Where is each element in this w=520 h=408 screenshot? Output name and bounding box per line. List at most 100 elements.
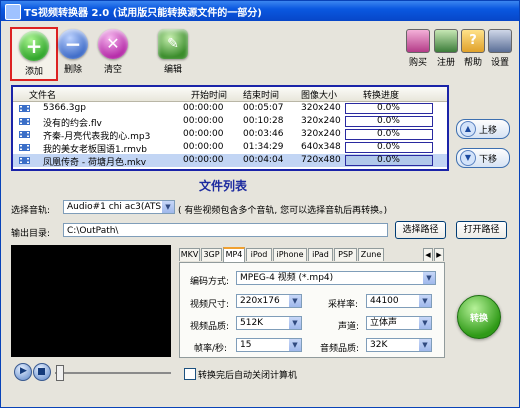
column-start[interactable]: 开始时间 xyxy=(191,88,227,101)
table-row[interactable]: 没有的约会.flv 00:00:00 00:10:28 320x240 0.0% xyxy=(13,115,447,129)
delete-label: 删除 xyxy=(63,65,82,75)
tab-ipad[interactable]: iPad xyxy=(308,248,333,261)
chevron-down-icon: ▼ xyxy=(288,295,301,307)
codec-select[interactable]: MPEG-4 视频 (*.mp4) ▼ xyxy=(236,271,436,285)
video-file-icon xyxy=(19,144,30,151)
delete-button[interactable]: − 删除 xyxy=(51,29,95,75)
start-time: 00:00:00 xyxy=(183,155,224,165)
clear-button[interactable]: ✕ 清空 xyxy=(91,29,135,75)
table-row[interactable]: 齐秦-月亮代表我的心.mp3 00:00:00 00:03:46 320x240 0.0… xyxy=(13,128,447,142)
shutdown-checkbox[interactable] xyxy=(184,368,196,380)
tab-ipod[interactable]: iPod xyxy=(246,248,272,261)
settings-panel: 编码方式: MPEG-4 视频 (*.mp4) ▼ 视频尺寸: 220x176 ▼ … xyxy=(179,262,445,358)
image-size: 640x348 xyxy=(301,142,341,152)
settings-label: 设置 xyxy=(490,58,509,68)
fps-select[interactable]: 15 ▼ xyxy=(236,338,302,352)
audio-quality-select[interactable]: 32K ▼ xyxy=(366,338,432,352)
title-bar[interactable]: TS视频转换器 2.0 (试用版只能转换源文件的一部分) xyxy=(1,1,519,21)
column-size[interactable]: 图像大小 xyxy=(301,88,337,101)
video-size-select[interactable]: 220x176 ▼ xyxy=(236,294,302,308)
file-name: 5366.3gp xyxy=(43,103,86,113)
tab-psp[interactable]: PSP xyxy=(334,248,357,261)
play-button[interactable]: ▶ xyxy=(14,363,32,381)
shutdown-label: 转换完后自动关闭计算机 xyxy=(198,371,298,381)
tab-scroll-right-icon[interactable]: ▶ xyxy=(434,248,444,261)
edit-button[interactable]: ✎ 编辑 xyxy=(151,29,195,75)
file-list-caption: 文件列表 xyxy=(199,179,248,193)
codec-value: MPEG-4 视频 (*.mp4) xyxy=(240,273,334,283)
convert-button[interactable]: 转换 xyxy=(457,295,501,339)
chevron-down-icon: ▼ xyxy=(418,317,431,329)
seek-track[interactable] xyxy=(55,372,171,374)
help-button[interactable]: ? 帮助 xyxy=(460,29,486,68)
help-label: 帮助 xyxy=(463,58,482,68)
tab-iphone[interactable]: iPhone xyxy=(273,248,307,261)
progress-text: 0.0% xyxy=(377,116,400,126)
fps-label: 帧率/秒: xyxy=(194,344,228,354)
stop-icon xyxy=(38,368,45,375)
move-up-button[interactable]: ▲ 上移 xyxy=(456,119,510,139)
register-button[interactable]: 注册 xyxy=(433,29,459,68)
table-row[interactable]: 我的美女老板国语1.rmvb 00:00:00 01:34:29 640x348 0.0… xyxy=(13,141,447,155)
end-time: 01:34:29 xyxy=(243,142,284,152)
end-time: 00:04:04 xyxy=(243,155,284,165)
chevron-down-icon: ▼ xyxy=(418,295,431,307)
progress-text: 0.0% xyxy=(377,155,400,165)
image-size: 320x240 xyxy=(301,129,341,139)
open-path-button[interactable]: 打开路径 xyxy=(456,221,507,239)
seek-handle[interactable] xyxy=(56,365,64,381)
table-row[interactable]: 5366.3gp 00:00:00 00:05:07 320x240 0.0% xyxy=(13,102,447,115)
end-time: 00:10:28 xyxy=(243,116,284,126)
chevron-down-icon: ▼ xyxy=(422,272,435,284)
table-row[interactable]: 凤凰传奇 - 荷塘月色.mkv 00:00:00 00:04:04 720x480 0.… xyxy=(13,154,447,168)
audio-track-value: Audio#1 chi ac3(ATSC xyxy=(67,202,168,212)
column-progress[interactable]: 转换进度 xyxy=(363,88,399,101)
tab-3gp[interactable]: 3GP xyxy=(201,248,222,261)
video-quality-select[interactable]: 512K ▼ xyxy=(236,316,302,330)
buy-label: 购买 xyxy=(408,58,427,68)
tab-zune[interactable]: Zune xyxy=(358,248,384,261)
chevron-down-icon: ▼ xyxy=(161,201,174,213)
video-file-icon xyxy=(19,105,30,112)
question-icon: ? xyxy=(461,29,485,53)
sample-rate-select[interactable]: 44100 ▼ xyxy=(366,294,432,308)
move-down-label: 下移 xyxy=(479,155,498,165)
tab-mp4[interactable]: MP4 xyxy=(223,247,245,262)
move-up-label: 上移 xyxy=(479,126,498,136)
codec-label: 编码方式: xyxy=(190,277,230,287)
video-size-value: 220x176 xyxy=(240,296,280,306)
chevron-down-icon: ▼ xyxy=(288,317,301,329)
channel-select[interactable]: 立体声 ▼ xyxy=(366,316,432,330)
stop-button[interactable] xyxy=(33,363,51,381)
settings-button[interactable]: 设置 xyxy=(487,29,513,68)
file-list[interactable]: 文件名 开始时间 结束时间 图像大小 转换进度 5366.3gp 00:00:00… xyxy=(11,85,449,171)
convert-label: 转换 xyxy=(469,314,488,324)
audio-quality-label: 音频品质: xyxy=(320,344,360,354)
clear-label: 清空 xyxy=(103,65,122,75)
column-end[interactable]: 结束时间 xyxy=(243,88,279,101)
audio-track-hint: ( 有些视频包含多个音轨, 您可以选择音轨后再转换。) xyxy=(178,206,388,216)
channel-value: 立体声 xyxy=(370,318,398,328)
window-title: TS视频转换器 2.0 (试用版只能转换源文件的一部分) xyxy=(24,8,262,19)
tab-mkv[interactable]: MKV xyxy=(179,248,200,261)
sample-rate-value: 44100 xyxy=(370,296,399,306)
register-label: 注册 xyxy=(436,58,455,68)
choose-path-button[interactable]: 选择路径 xyxy=(395,221,446,239)
tab-scroll-left-icon[interactable]: ◀ xyxy=(423,248,433,261)
move-down-button[interactable]: ▼ 下移 xyxy=(456,148,510,168)
video-size-label: 视频尺寸: xyxy=(190,300,230,310)
output-path-field[interactable]: C:\OutPath\ xyxy=(63,223,388,237)
progress-text: 0.0% xyxy=(377,142,400,152)
start-time: 00:00:00 xyxy=(183,116,224,126)
sample-rate-label: 采样率: xyxy=(328,300,359,310)
file-list-header: 文件名 开始时间 结束时间 图像大小 转换进度 xyxy=(13,87,447,102)
down-arrow-icon: ▼ xyxy=(460,150,476,166)
video-file-icon xyxy=(19,131,30,138)
play-icon: ▶ xyxy=(20,366,27,376)
audio-track-select[interactable]: Audio#1 chi ac3(ATSC ▼ xyxy=(63,200,175,214)
start-time: 00:00:00 xyxy=(183,129,224,139)
file-name: 凤凰传奇 - 荷塘月色.mkv xyxy=(43,158,147,168)
video-quality-value: 512K xyxy=(240,318,264,328)
column-name[interactable]: 文件名 xyxy=(29,88,56,101)
buy-button[interactable]: 购买 xyxy=(405,29,431,68)
